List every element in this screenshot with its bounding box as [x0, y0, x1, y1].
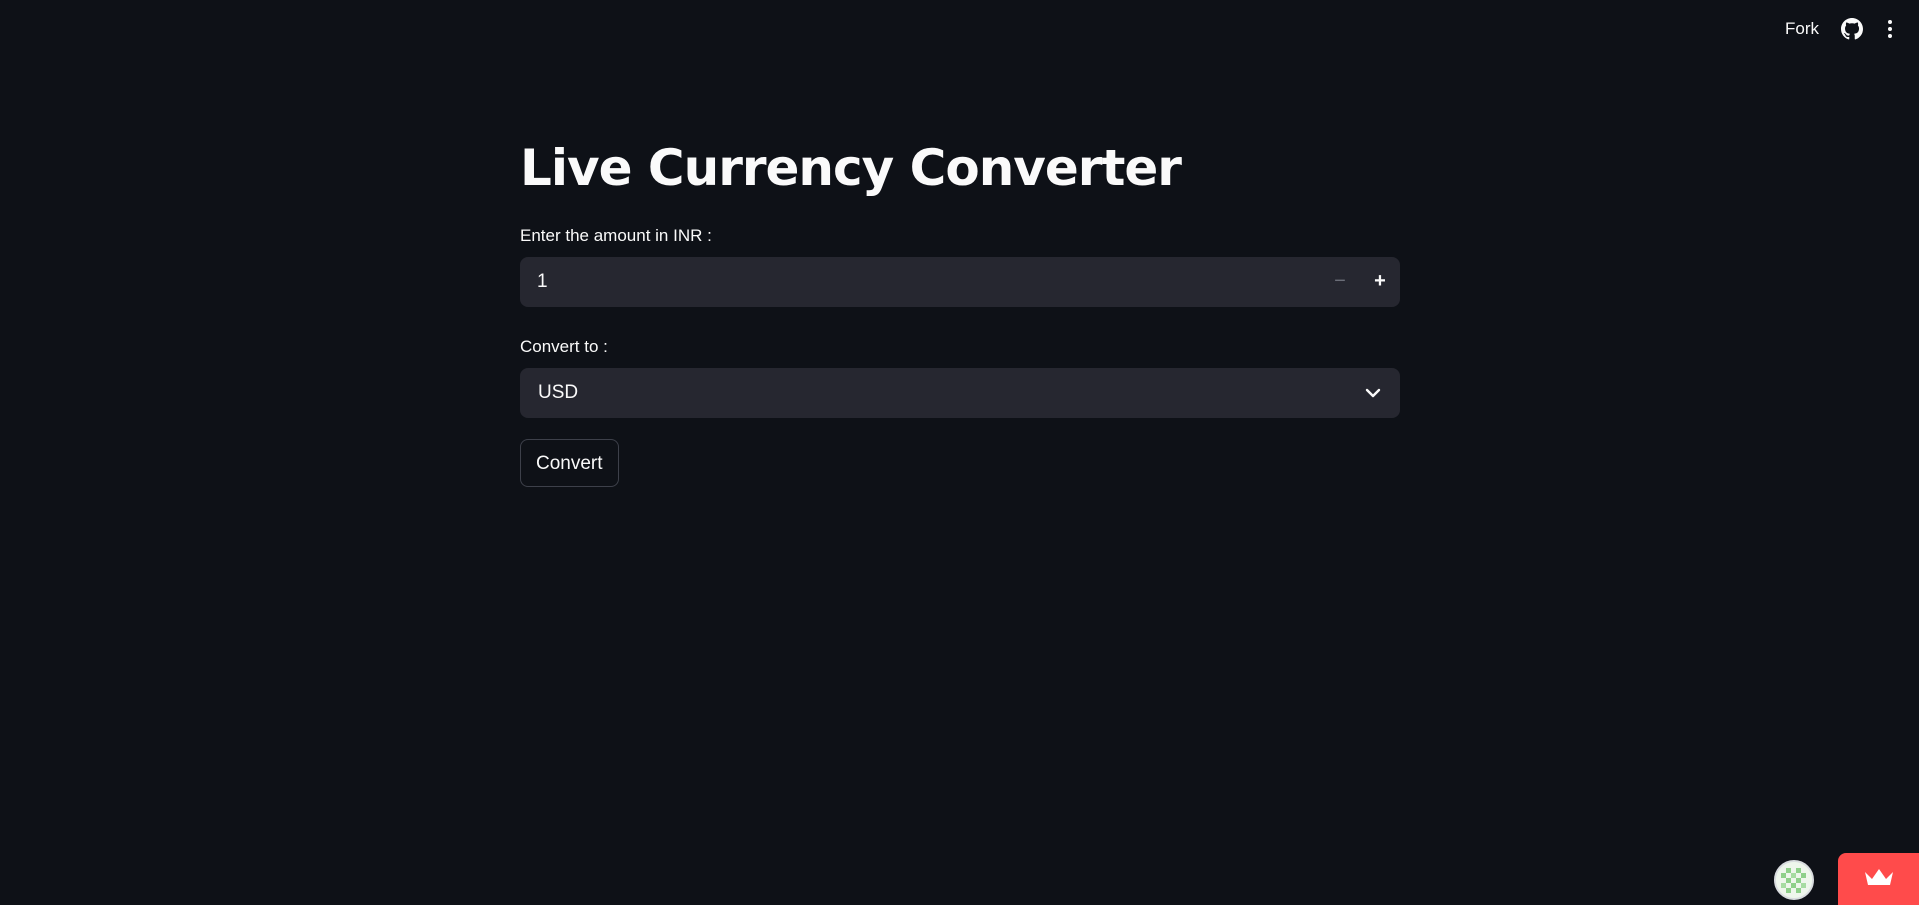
streamlit-badge[interactable]: [1838, 853, 1919, 905]
decrement-button[interactable]: −: [1320, 257, 1360, 307]
currency-selected-value: USD: [538, 381, 579, 403]
amount-input[interactable]: 1: [520, 271, 1320, 293]
more-vertical-icon[interactable]: [1885, 18, 1895, 40]
currency-select[interactable]: USD: [520, 367, 1400, 418]
amount-number-input: 1 − +: [520, 256, 1400, 307]
top-toolbar: Fork: [1785, 18, 1895, 40]
user-avatar-icon[interactable]: [1774, 860, 1814, 900]
main-content: Live Currency Converter Enter the amount…: [520, 130, 1400, 487]
github-icon[interactable]: [1841, 18, 1863, 40]
increment-button[interactable]: +: [1360, 257, 1400, 307]
currency-label: Convert to :: [520, 336, 608, 356]
page-title: Live Currency Converter: [520, 139, 1182, 197]
convert-button[interactable]: Convert: [520, 438, 619, 487]
chevron-down-icon: [1346, 388, 1400, 398]
fork-link[interactable]: Fork: [1785, 19, 1819, 39]
crown-icon: [1863, 866, 1895, 893]
amount-label: Enter the amount in INR :: [520, 225, 712, 245]
